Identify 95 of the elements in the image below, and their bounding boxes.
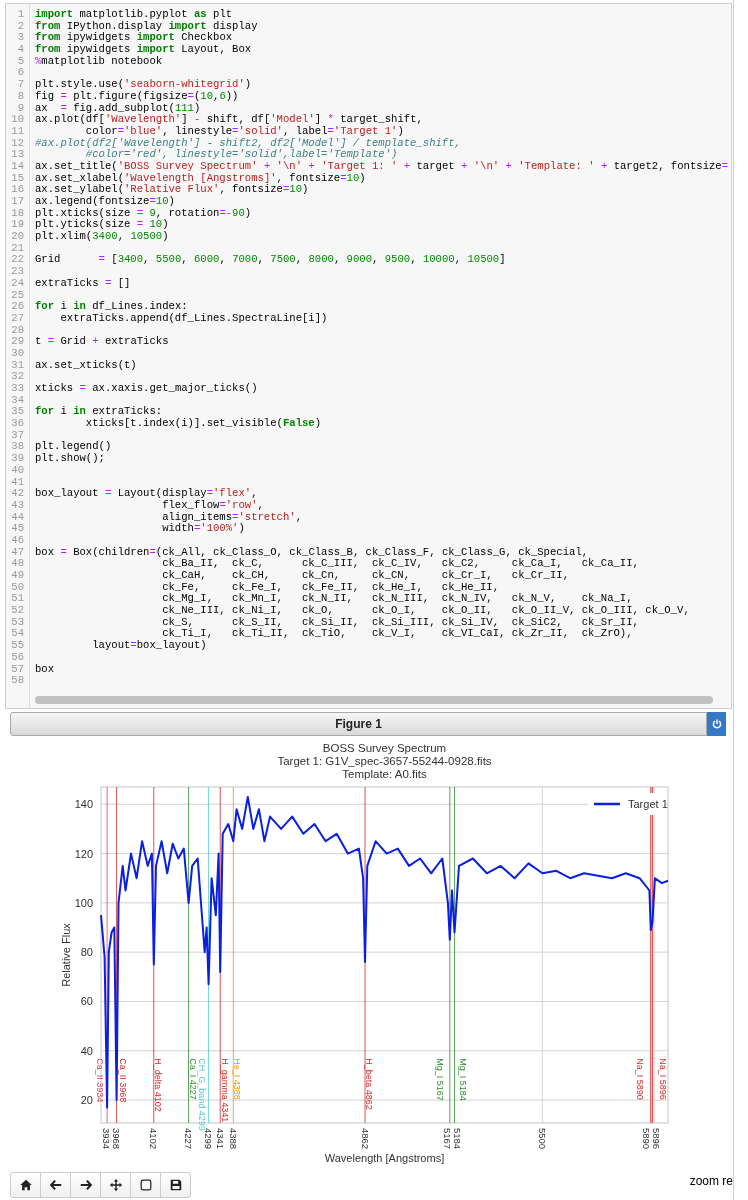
- tick-label: 4862: [359, 1127, 371, 1149]
- code-line: ax.set_ylabel('Relative Flux', fontsize=10): [34, 184, 309, 196]
- code-line: fig = plt.figure(figsize=(10,6)): [34, 90, 239, 103]
- code-line: ax.set_xlabel('Wavelength [Angstroms]', fontsize=10): [34, 172, 366, 184]
- move-icon: [108, 1177, 123, 1192]
- code-line: ax.plot(df['Wavelength'] - shift, df['Model'] * target_shift,: [34, 114, 423, 126]
- code-line: box_layout = Layout(display='flex',: [34, 488, 258, 500]
- code-line: ax.legend(fontsize=10): [34, 196, 175, 208]
- code-line: align_items='stretch',: [161, 511, 302, 523]
- chart-title: BOSS Survey Spectrum Target 1: G1V_spec-3657-55244-0928.fits Template: A0.fits: [277, 741, 492, 780]
- code-line: extraTicks = []: [34, 277, 131, 290]
- right-arrow-icon: [78, 1177, 93, 1192]
- tick-label: 3934: [101, 1127, 113, 1149]
- line-label: He_I 4388: [232, 1058, 243, 1100]
- tick-label: 60: [80, 995, 93, 1008]
- code-line: plt.xticks(size = 9, rotation=-90): [34, 207, 252, 219]
- code-line: ck_S, ck_S_II, ck_Si_II, ck_Si_III, ck_Si_IV, ck_SiC2, ck_Sr_II,: [161, 616, 639, 628]
- tick-label: 3968: [111, 1127, 123, 1149]
- power-icon: [711, 718, 722, 729]
- line-label: Ca_I 4227: [187, 1058, 198, 1100]
- home-icon: [18, 1177, 33, 1192]
- code-line: ax.set_title('BOSS Survey Spectrum' + '\n' + 'Target 1: ' + target + '\n' + 'Template: ' + target2, fontsize=: [34, 160, 729, 173]
- code-line: plt.legend(): [34, 441, 112, 453]
- tick-label: 5896: [651, 1127, 663, 1149]
- tick-label: 5890: [641, 1127, 653, 1149]
- tick-label: 40: [80, 1044, 93, 1057]
- power-button[interactable]: [707, 711, 726, 736]
- save-button[interactable]: [160, 1171, 191, 1198]
- code-line: extraTicks.append(df_Lines.SpectraLine[i]): [59, 312, 328, 325]
- code-line: t = Grid + extraTicks: [34, 336, 169, 348]
- code-line: #color='red', linestyle='solid',label='Template'): [84, 149, 398, 161]
- code-line: ck_Ba_II, ck_C, ck_C_III, ck_C_IV, ck_C2, ck_Ca_I, ck_Ca_II,: [161, 558, 639, 570]
- tick-label: 5500: [536, 1127, 548, 1149]
- square-icon: [138, 1177, 153, 1192]
- status-text: zoom re: [689, 1173, 733, 1188]
- code-line: #ax.plot(df2['Wavelength'] - shift2, df2['Model'] / template_shift,: [34, 137, 461, 149]
- code-line: from ipywidgets import Layout, Box: [34, 44, 252, 56]
- code-line: ck_Mg_I, ck_Mn_I, ck_N_II, ck_N_III, ck_N_IV, ck_N_V, ck_Na_I,: [161, 593, 633, 605]
- line-label: H_delta 4102: [152, 1058, 163, 1112]
- tick-label: 5184: [451, 1127, 463, 1149]
- code-line: ck_CaH, ck_CH, ck_Cn, ck_CN, ck_Cr_I, ck_Cr_II,: [161, 570, 569, 582]
- axis-label: Wavelength [Angstroms]: [324, 1151, 445, 1164]
- code-line: %matplotlib notebook: [34, 55, 163, 68]
- left-arrow-icon: [48, 1177, 63, 1192]
- line-label: Na_I 5890: [634, 1058, 645, 1100]
- code-line: Grid = [3400, 5500, 6000, 7000, 7500, 8000, 9000, 9500, 10000, 10500]: [34, 254, 506, 267]
- code-line: xticks[t.index(i)].set_visible(False): [84, 418, 322, 430]
- tick-label: 100: [74, 896, 93, 909]
- code-line: ax = fig.add_subplot(111): [34, 102, 201, 114]
- code-line: ck_Fe, ck_Fe_I, ck_Fe_II, ck_He_I, ck_He_II,: [161, 581, 500, 593]
- code-line: layout=box_layout): [91, 640, 207, 652]
- code-line: color='blue', linestyle='solid', label='Target 1'): [84, 125, 404, 138]
- back-button[interactable]: [40, 1171, 71, 1198]
- code-line: plt.yticks(size = 10): [34, 219, 169, 231]
- home-button[interactable]: [10, 1171, 41, 1198]
- code-line: from ipywidgets import Checkbox: [34, 32, 233, 44]
- legend-swatch: [594, 802, 620, 806]
- tick-label: 5167: [441, 1127, 453, 1149]
- pan-button[interactable]: [100, 1171, 131, 1198]
- code-line: import matplotlib.pyplot as plt: [34, 9, 233, 21]
- legend-label: Target 1: [628, 797, 668, 810]
- line-label: Na_I 5896: [657, 1058, 668, 1100]
- tick-label: 120: [74, 847, 93, 860]
- code-line: ax.set_xticks(t): [34, 359, 137, 372]
- code-line: flex_flow='row',: [161, 499, 264, 512]
- code-line: plt.show();: [34, 453, 105, 465]
- tick-label: 4102: [148, 1127, 160, 1149]
- code-line: for i in extraTicks:: [34, 406, 163, 418]
- line-label: Ca_II 3934: [94, 1058, 105, 1103]
- tick-label: 20: [80, 1093, 93, 1106]
- line-label: H_gamma 4341: [220, 1058, 231, 1123]
- tick-label: 4227: [183, 1127, 195, 1149]
- code-line: width='100%'): [161, 523, 245, 535]
- zoom-button[interactable]: [130, 1171, 161, 1198]
- line-label: H_beta 4862: [364, 1058, 375, 1110]
- tick-label: 140: [74, 798, 93, 811]
- line-label: Ca_II 3968: [117, 1058, 128, 1103]
- code-line: from IPython.display import display: [34, 20, 258, 32]
- line-label: Mg_I 5184: [458, 1058, 469, 1101]
- code-line: ck_Ti_I, ck_Ti_II, ck_TiO, ck_V_I, ck_VI_CaI, ck_Zr_II, ck_ZrO),: [161, 628, 633, 640]
- scrollbar[interactable]: [35, 695, 713, 704]
- code-line: box: [34, 663, 55, 676]
- code-line: for i in df_Lines.index:: [34, 301, 188, 313]
- forward-button[interactable]: [70, 1171, 101, 1198]
- line-label: Mg_I 5167: [435, 1058, 446, 1101]
- code-line: plt.style.use('seaborn-whitegrid'): [34, 79, 252, 91]
- axis-label: Relative Flux: [60, 923, 72, 987]
- code-line: box = Box(children=(ck_All, ck_Class_O, ck_Class_B, ck_Class_F, ck_Class_G, ck_Special,: [34, 546, 589, 558]
- code-line: xticks = ax.xaxis.get_major_ticks(): [34, 383, 258, 395]
- figure-title: Figure 1: [335, 716, 382, 731]
- code-line: plt.xlim(3400, 10500): [34, 231, 169, 243]
- tick-label: 80: [80, 946, 93, 959]
- tick-label: 4388: [227, 1127, 239, 1149]
- code-line: ck_Ne_III, ck_Ni_I, ck_O, ck_O_I, ck_O_II, ck_O_II_V, ck_O_III, ck_O_V,: [161, 605, 690, 617]
- tick-label: 4341: [214, 1127, 226, 1149]
